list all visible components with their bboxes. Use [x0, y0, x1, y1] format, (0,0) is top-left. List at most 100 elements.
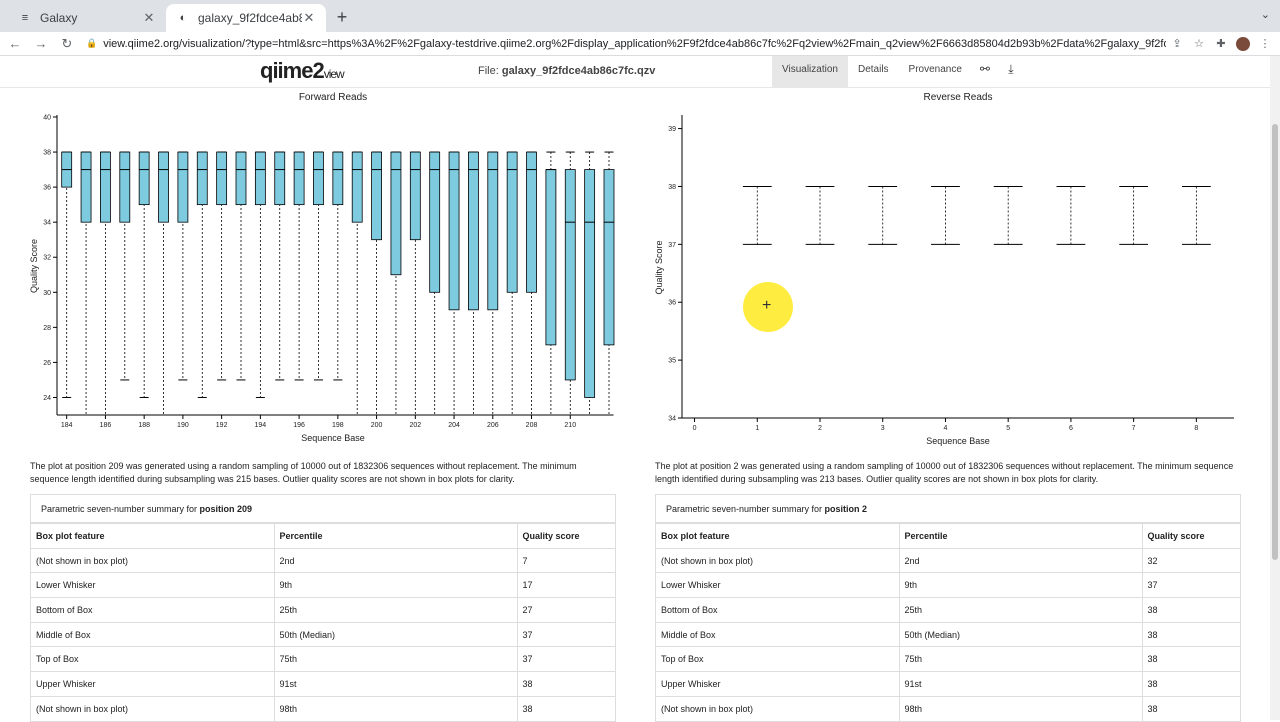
box-rect — [158, 151, 169, 223]
x-tick-label: 3 — [881, 425, 885, 432]
x-tick-label: 208 — [526, 422, 538, 429]
back-arrow-icon[interactable]: ← — [4, 36, 26, 51]
x-tick-label: 210 — [564, 422, 576, 429]
cursor-highlight: + — [743, 282, 793, 332]
x-tick-label: 5 — [1006, 425, 1010, 432]
y-tick-label: 26 — [43, 360, 51, 367]
table-row: (Not shown in box plot) 2nd 7 — [31, 547, 615, 573]
tab-details[interactable]: Details — [848, 56, 899, 87]
table-row: Top of Box 75th 37 — [31, 646, 615, 672]
box-rect — [235, 151, 247, 206]
close-tab-icon[interactable]: ✕ — [142, 10, 156, 26]
tab-provenance[interactable]: Provenance — [899, 56, 972, 87]
x-axis-label: Sequence Base — [301, 433, 365, 443]
browser-toolbar: ← → ↻ 🔒 view.qiime2.org/visualization/?t… — [0, 32, 1280, 56]
browser-menu-icon[interactable]: ⋮ — [1254, 37, 1276, 50]
y-axis-label: Quality Score — [29, 239, 39, 293]
tab-label: Galaxy — [40, 11, 78, 25]
y-tick-label: 36 — [43, 185, 51, 192]
x-tick-label: 184 — [61, 422, 73, 429]
crosshair-cursor-icon: + — [762, 297, 772, 314]
table-row: Lower Whisker 9th 17 — [31, 572, 615, 598]
reload-icon[interactable]: ↻ — [56, 36, 78, 52]
address-bar[interactable]: 🔒 view.qiime2.org/visualization/?type=ht… — [86, 34, 1166, 54]
box-rect — [177, 151, 189, 223]
tab-visualization[interactable]: Visualization — [772, 56, 848, 87]
reverse-reads-chart: Reverse Reads Sequence Base Quality Score 3… — [654, 92, 1234, 446]
col-box-plot-feature: Box plot feature — [31, 523, 275, 549]
x-axis-label: Sequence Base — [926, 436, 990, 446]
browser-tab-galaxy[interactable]: ≡ Galaxy ✕ — [8, 4, 166, 32]
col-percentile: Percentile — [899, 523, 1143, 549]
profile-avatar[interactable] — [1236, 36, 1250, 51]
col-quality-score: Quality score — [1142, 523, 1240, 549]
x-tick-label: 2 — [818, 425, 822, 432]
table-row: Middle of Box 50th (Median) 38 — [656, 621, 1240, 647]
x-tick-label: 204 — [448, 422, 460, 429]
box-rect — [448, 151, 460, 311]
forward-arrow-icon[interactable]: → — [30, 36, 52, 51]
box-rect — [216, 151, 228, 206]
link-icon[interactable]: ⚯ — [972, 56, 998, 87]
table-row: (Not shown in box plot) 2nd 32 — [656, 547, 1240, 573]
x-tick-label: 194 — [255, 422, 267, 429]
y-tick-label: 38 — [668, 184, 676, 191]
x-tick-label: 188 — [138, 422, 150, 429]
reverse-description: The plot at position 2 was generated usi… — [655, 461, 1234, 484]
y-tick-label: 34 — [668, 416, 676, 423]
qiime2-view-logo[interactable]: qiime2view — [260, 58, 345, 84]
close-tab-icon[interactable]: ✕ — [302, 10, 316, 26]
x-tick-label: 196 — [293, 422, 305, 429]
y-tick-label: 37 — [668, 242, 676, 249]
box-rect — [371, 151, 382, 241]
table-header-row: Box plot feature Percentile Quality scor… — [656, 523, 1240, 549]
box-rect — [80, 151, 92, 223]
box-rect — [564, 169, 576, 381]
table-row: Upper Whisker 91st 38 — [31, 671, 615, 697]
url-text: view.qiime2.org/visualization/?type=html… — [103, 37, 1166, 50]
box-rect — [526, 151, 537, 293]
y-tick-label: 40 — [43, 115, 51, 122]
page-scrollbar[interactable] — [1270, 56, 1280, 720]
scrollbar-thumb[interactable] — [1272, 124, 1278, 560]
tab-search-chevron-icon[interactable]: ⌄ — [1261, 8, 1270, 21]
y-tick-label: 30 — [43, 290, 51, 297]
table-row: Top of Box 75th 38 — [656, 646, 1240, 672]
bookmark-star-icon[interactable]: ☆ — [1188, 37, 1210, 50]
forward-description: The plot at position 209 was generated u… — [30, 461, 577, 484]
col-box-plot-feature: Box plot feature — [656, 523, 900, 549]
box-rect — [313, 151, 324, 206]
y-tick-label: 28 — [43, 325, 51, 332]
y-tick-label: 35 — [668, 358, 676, 365]
forward-summary-table: Parametric seven-number summary for posi… — [30, 494, 616, 722]
galaxy-favicon-icon: ≡ — [21, 12, 29, 24]
x-tick-label: 192 — [216, 422, 228, 429]
new-tab-plus-icon[interactable]: + — [332, 7, 352, 28]
x-tick-label: 202 — [409, 422, 421, 429]
box-rect — [138, 151, 150, 206]
x-tick-label: 1 — [755, 425, 759, 432]
share-icon[interactable]: ⇪ — [1166, 37, 1188, 50]
summary-heading: Parametric seven-number summary for posi… — [656, 495, 1240, 523]
y-tick-label: 38 — [43, 150, 51, 157]
x-tick-label: 4 — [944, 425, 948, 432]
box-rect — [409, 151, 421, 241]
qiime-favicon-icon: ◐ — [179, 12, 187, 24]
box-rect — [429, 151, 441, 293]
x-tick-label: 6 — [1069, 425, 1073, 432]
y-tick-label: 24 — [43, 395, 51, 402]
col-quality-score: Quality score — [517, 523, 615, 549]
y-tick-label: 39 — [668, 126, 676, 133]
download-icon[interactable]: ⤓ — [998, 56, 1024, 87]
file-name: File: galaxy_9f2fdce4ab86c7fc.qzv — [478, 65, 656, 77]
table-row: Bottom of Box 25th 27 — [31, 597, 615, 623]
box-rect — [545, 169, 557, 346]
browser-tab-qzv[interactable]: ◐ galaxy_9f2fdce4ab86c7fc.qzv ✕ — [166, 4, 326, 32]
box-rect — [506, 151, 518, 293]
box-rect — [584, 169, 596, 398]
col-percentile: Percentile — [274, 523, 518, 549]
table-row: (Not shown in box plot) 98th 38 — [656, 695, 1240, 721]
y-tick-label: 32 — [43, 255, 51, 262]
box-rect — [487, 151, 499, 311]
extensions-puzzle-icon[interactable]: ✚ — [1210, 37, 1232, 50]
